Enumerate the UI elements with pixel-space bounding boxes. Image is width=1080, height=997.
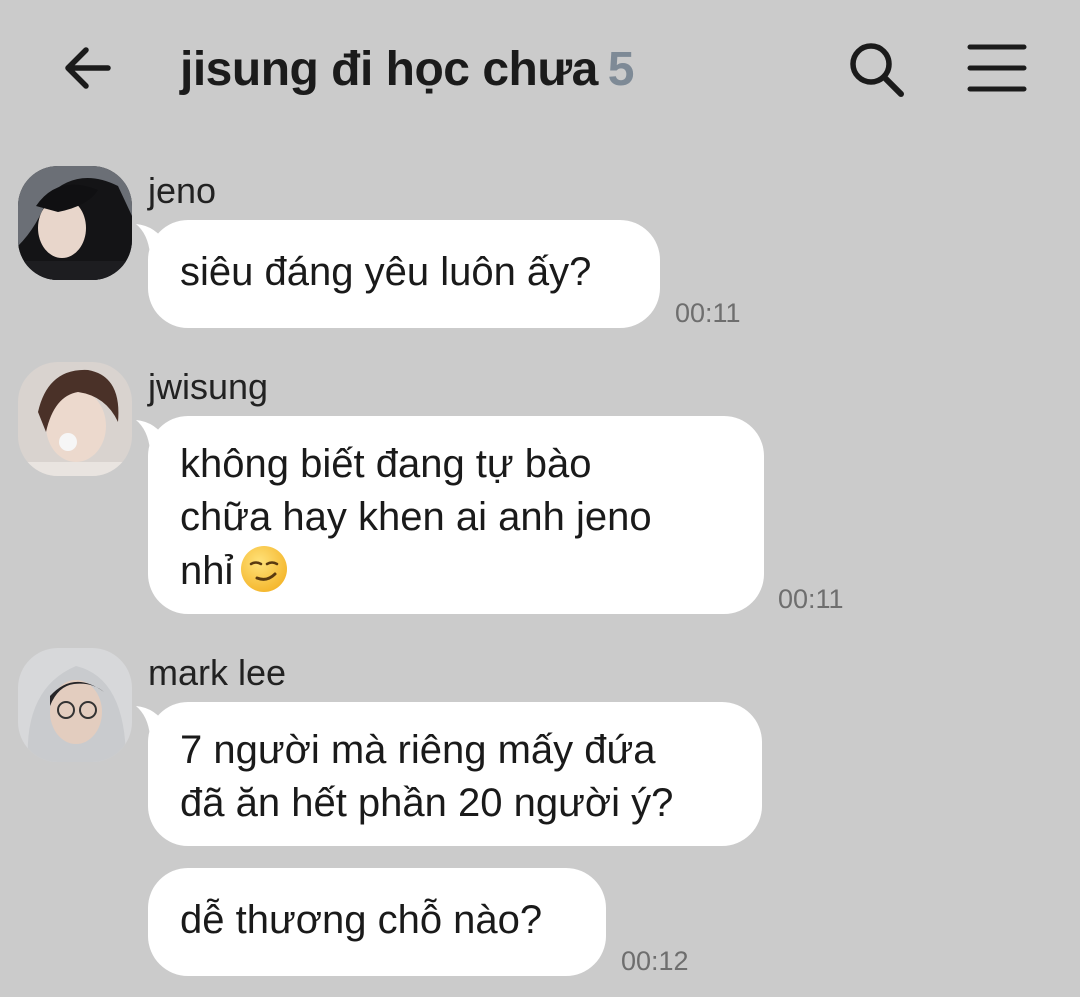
search-button[interactable] [845,40,909,100]
hamburger-menu-icon [967,44,1027,92]
message-time: 00:12 [621,946,689,976]
message-text: dễ thương chỗ nào? [180,898,543,942]
message-line: chữa hay khen ai anh jeno [180,495,652,539]
chat-title[interactable]: jisung đi học chưa 5 [180,38,635,102]
back-button[interactable] [58,40,118,96]
message-line: 7 người mà riêng mấy đứa [180,728,656,772]
menu-button[interactable] [966,40,1028,96]
message-bubble[interactable]: dễ thương chỗ nào? [148,868,606,976]
bubble-tail [136,420,166,450]
arrow-left-icon [65,47,111,89]
avatar-mark-lee[interactable] [18,648,132,762]
message-time: 00:11 [778,584,844,614]
sender-name: jeno [148,170,217,211]
message-bubble[interactable]: siêu đáng yêu luôn ấy? [136,220,660,328]
message-line: không biết đang tự bào [180,442,592,486]
avatar-jwisung-image [18,362,132,476]
message-bubble[interactable]: không biết đang tự bào chữa hay khen ai … [136,416,764,614]
bubble-tail [136,224,166,254]
member-count: 5 [607,43,635,96]
chat-header: jisung đi học chưa 5 [0,0,1080,140]
avatar-jwisung[interactable] [18,362,132,476]
sender-name: jwisung [148,366,269,407]
message-line-with-emoji: nhỉ [180,544,732,598]
message-line: đã ăn hết phần 20 người ý? [180,781,674,825]
avatar-jeno-image [18,166,132,280]
sender-name: mark lee [148,652,287,693]
message-time: 00:11 [675,298,741,328]
avatar-mark-lee-image [18,648,132,762]
group-name: jisung đi học chưa [180,43,598,96]
smirk-emoji [241,546,288,592]
message-text: siêu đáng yêu luôn ấy? [180,250,592,294]
bubble-tail [136,706,166,736]
avatar-jeno[interactable] [18,166,132,280]
message-line: nhỉ [180,549,234,593]
message-bubble[interactable]: 7 người mà riêng mấy đứa đã ăn hết phần … [136,702,762,846]
search-icon [850,43,904,97]
